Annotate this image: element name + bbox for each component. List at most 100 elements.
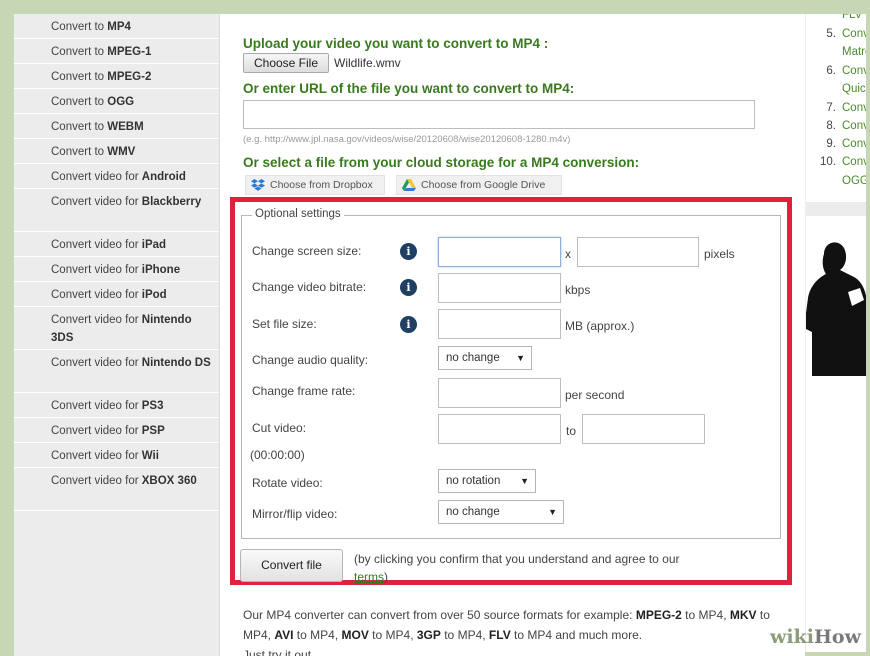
sidebar-item[interactable]: Convert video for Blackberry [14,189,219,232]
info-icon[interactable]: i [400,316,417,333]
bitrate-input[interactable] [438,273,561,303]
right-column: FLV 5. Conv Matro 6. Conv Quick 7. Conv 8. Conv 9. C… [805,14,866,652]
optional-settings-legend: Optional settings [252,208,344,220]
sidebar-item[interactable]: Convert to MP4 [14,14,219,39]
sidebar-item[interactable]: Convert video for iPhone [14,257,219,282]
file-size-label: Set file size: [252,317,317,331]
rotate-select[interactable]: no rotation ▼ [438,469,536,493]
watermark-how: How [813,626,861,648]
upload-heading: Upload your video you want to convert to… [243,36,549,51]
list-item-link[interactable]: Conv [842,65,866,77]
bitrate-unit: kbps [565,283,591,297]
file-size-unit: MB (approx.) [565,319,635,333]
dropbox-label: Choose from Dropbox [270,179,373,191]
terms-agreement: (by clicking you confirm that you unders… [354,550,714,586]
desc-text: Our MP4 converter can convert from over … [243,608,636,622]
sidebar-item[interactable]: Convert video for Nintendo 3DS [14,307,219,350]
divider-band [806,202,866,216]
list-item-number: 6. [826,65,836,77]
sidebar-item-prefix: Convert video for [51,450,142,462]
sidebar-item-prefix: Convert video for [51,357,142,369]
sidebar-item[interactable]: Convert video for XBOX 360 [14,468,219,511]
sidebar-item-prefix: Convert to [51,146,108,158]
sidebar-item-prefix: Convert video for [51,264,142,276]
sidebar-item-format: WEBM [107,121,144,133]
optional-settings-fieldset: Optional settings Change screen size: i … [241,208,781,539]
sidebar-item[interactable]: Convert to WMV [14,139,219,164]
screen-height-input[interactable] [577,237,699,267]
rotate-value: no rotation [446,475,501,487]
screen-size-unit: pixels [704,247,735,261]
choose-file-button[interactable]: Choose File [243,53,329,73]
list-item-link[interactable]: Conv [842,138,866,150]
list-item-number: 9. [826,138,836,150]
list-item-link[interactable]: Matro [842,46,866,58]
audio-quality-value: no change [446,352,500,364]
desc-text: to MP4, [681,608,730,622]
format-name: FLV [488,628,511,642]
sidebar-item-format: WMV [107,146,136,158]
sidebar-item-format: PSP [141,425,165,437]
sidebar-item[interactable]: Convert to MPEG-1 [14,39,219,64]
sidebar-item-format: MPEG-1 [107,46,152,58]
frame-rate-input[interactable] [438,378,561,408]
terms-link[interactable]: terms [354,570,384,584]
sidebar-item[interactable]: Convert video for Android [14,164,219,189]
sidebar-item-format: XBOX 360 [141,475,197,487]
list-item-link[interactable]: Conv [842,120,866,132]
format-name: MOV [341,628,369,642]
frame-top [0,0,870,14]
list-item-link[interactable]: FLV [842,14,862,21]
url-heading: Or enter URL of the file you want to con… [243,81,575,96]
list-item-number: 5. [826,28,836,40]
screen-width-input[interactable] [438,237,561,267]
sidebar-item-prefix: Convert to [51,121,108,133]
cut-end-input[interactable] [582,414,705,444]
agree-close: ) [384,570,388,584]
main-content: Upload your video you want to convert to… [220,14,805,656]
sidebar-item[interactable]: Convert video for PSP [14,418,219,443]
sidebar-item-format: iPhone [141,264,181,276]
bitrate-label: Change video bitrate: [252,280,367,294]
dropdown-arrow-icon: ▼ [516,353,525,363]
google-drive-button[interactable]: Choose from Google Drive [396,175,562,195]
sidebar-item-prefix: Convert video for [51,239,142,251]
sidebar: Convert to MP4 Convert to MPEG-1 Convert t… [14,14,220,656]
watermark-wiki: wiki [770,626,814,648]
list-item-link[interactable]: Conv [842,102,866,114]
desc-text: to MP4, [440,628,489,642]
rotate-label: Rotate video: [252,476,323,490]
sidebar-item[interactable]: Convert video for PS3 [14,393,219,418]
list-item-link[interactable]: Conv [842,28,866,40]
info-icon[interactable]: i [400,243,417,260]
desc-text: to MP4, [293,628,342,642]
mirror-select[interactable]: no change ▼ [438,500,564,524]
cut-start-input[interactable] [438,414,561,444]
sidebar-item[interactable]: Convert to OGG [14,89,219,114]
list-item-link[interactable]: OGG [842,175,866,187]
sidebar-item-format: iPod [141,289,167,301]
sidebar-item[interactable]: Convert to MPEG-2 [14,64,219,89]
sidebar-item-format: Blackberry [141,196,202,208]
url-input[interactable] [243,100,755,129]
file-size-input[interactable] [438,309,561,339]
sidebar-item[interactable]: Convert video for iPod [14,282,219,307]
list-item-link[interactable]: Quick [842,83,866,95]
sidebar-item[interactable]: Convert video for iPad [14,232,219,257]
list-item-link[interactable]: Conv [842,156,866,168]
screen-size-x: x [565,247,571,261]
sidebar-item[interactable]: Convert video for Nintendo DS [14,350,219,393]
sidebar-item-format: MPEG-2 [107,71,152,83]
sidebar-item-prefix: Convert to [51,46,108,58]
convert-file-button[interactable]: Convert file [240,549,343,582]
dropbox-button[interactable]: Choose from Dropbox [245,175,385,195]
selected-file-name: Wildlife.wmv [334,56,401,70]
format-name: 3GP [416,628,441,642]
screen-size-label: Change screen size: [252,244,362,258]
audio-quality-select[interactable]: no change ▼ [438,346,532,370]
sidebar-item[interactable]: Convert video for Wii [14,443,219,468]
list-item-number: 8. [826,120,836,132]
sidebar-item[interactable]: Convert to WEBM [14,114,219,139]
info-icon[interactable]: i [400,279,417,296]
google-drive-icon [402,179,416,191]
